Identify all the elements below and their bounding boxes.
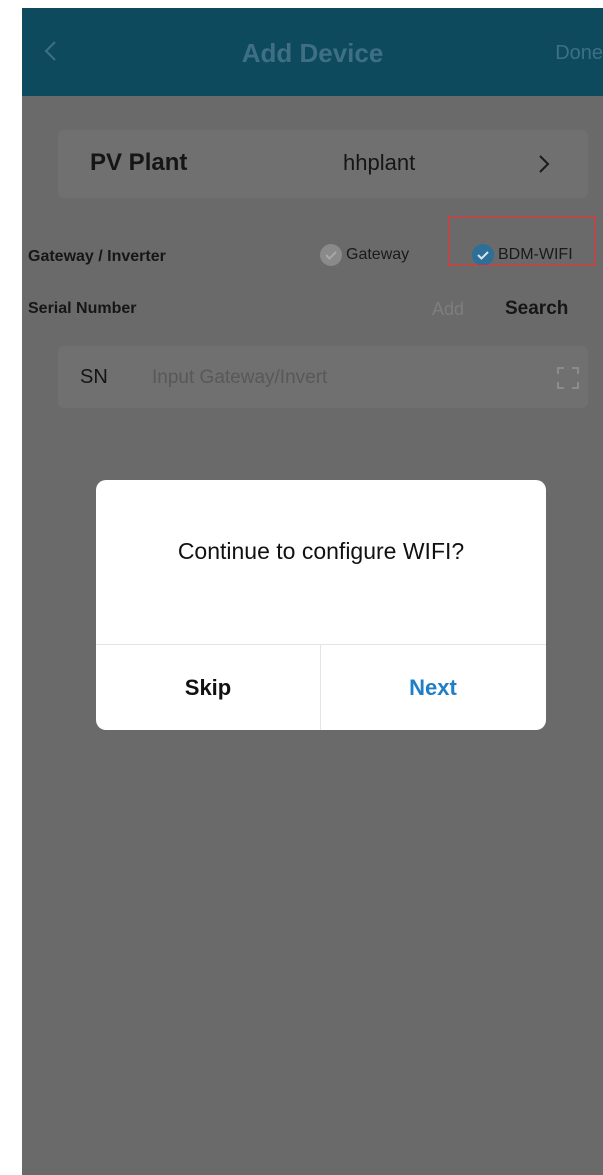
chevron-right-icon	[539, 155, 550, 173]
done-button[interactable]: Done	[555, 42, 603, 65]
pv-plant-label: PV Plant	[90, 149, 188, 176]
app-screen: Add Device Done PV Plant hhplant Gateway…	[22, 8, 603, 1175]
pv-plant-row[interactable]: PV Plant hhplant	[58, 130, 588, 198]
scan-icon[interactable]	[556, 366, 580, 390]
dialog-message: Continue to configure WIFI?	[177, 538, 465, 564]
radio-gateway[interactable]: Gateway	[320, 242, 409, 268]
pv-plant-value: hhplant	[343, 150, 416, 175]
serial-number-label: Serial Number	[28, 300, 137, 317]
highlight-box	[448, 216, 596, 266]
radio-gateway-label: Gateway	[346, 246, 410, 263]
sn-input-row: SN	[58, 346, 588, 408]
search-button[interactable]: Search	[505, 298, 568, 320]
confirm-dialog: Continue to configure WIFI? Skip Next	[96, 480, 546, 730]
skip-button[interactable]: Skip	[96, 645, 320, 730]
radio-unchecked-icon	[320, 244, 342, 266]
page-title: Add Device	[241, 38, 384, 68]
gateway-inverter-label: Gateway / Inverter	[28, 248, 166, 265]
header-bar: Add Device Done	[22, 8, 603, 96]
sn-input[interactable]	[150, 360, 514, 396]
sn-label: SN	[80, 366, 108, 388]
add-button[interactable]: Add	[432, 299, 464, 320]
next-button[interactable]: Next	[321, 645, 545, 730]
